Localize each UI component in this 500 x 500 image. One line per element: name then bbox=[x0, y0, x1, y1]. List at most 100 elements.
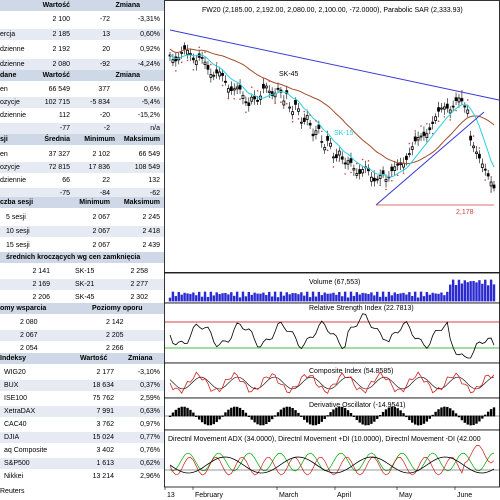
sar-dot bbox=[466, 99, 469, 101]
candle-body bbox=[291, 111, 294, 115]
candle-body bbox=[334, 154, 338, 159]
volume-bar bbox=[311, 291, 315, 302]
sar-dot bbox=[332, 166, 335, 168]
t5-row: 2 206 SK-45 2 302 bbox=[0, 292, 164, 303]
derivative-bar bbox=[288, 406, 291, 417]
volume-bar bbox=[335, 294, 338, 302]
t7-row: CAC40 3 762 0,97% bbox=[0, 419, 164, 430]
t3-row-cell-2: 17 836 bbox=[88, 164, 110, 171]
candle-body bbox=[372, 177, 376, 182]
volume-bar bbox=[460, 283, 464, 302]
derivative-bar bbox=[454, 413, 458, 417]
sar-dot bbox=[396, 174, 399, 177]
t4-row: 5 sesji 2 067 2 245 bbox=[0, 212, 164, 223]
volume-bar bbox=[224, 292, 227, 302]
t7-header-cell-0: Indeksy bbox=[0, 355, 27, 362]
t5-row: 2 169 SK-21 2 277 bbox=[0, 279, 164, 290]
volume-bar bbox=[270, 296, 274, 302]
derivative-bar bbox=[451, 410, 455, 417]
candle-body bbox=[241, 94, 245, 99]
derivative-bar bbox=[335, 407, 338, 417]
t1-row-cell-0: dzienne bbox=[0, 46, 25, 53]
derivative-bar bbox=[338, 406, 341, 417]
t4-row-cell-0: 5 sesji bbox=[6, 214, 26, 221]
candle-body bbox=[297, 108, 300, 112]
candle-body bbox=[463, 105, 467, 108]
candle-body bbox=[305, 115, 309, 120]
candle-body bbox=[434, 116, 438, 121]
candle-body bbox=[308, 122, 312, 126]
candle-body bbox=[492, 184, 496, 189]
level-label: 2,178 bbox=[456, 209, 474, 216]
t7-row-cell-1: 15 024 bbox=[92, 434, 114, 441]
volume-bar bbox=[443, 295, 446, 302]
sar-dot bbox=[367, 159, 370, 162]
candle-body bbox=[253, 95, 257, 100]
volume-bar bbox=[425, 292, 429, 302]
t4-header-cell-2: Maksimum bbox=[123, 199, 160, 206]
derivative-bar bbox=[215, 415, 218, 423]
t2-row-cell-0: dziennie bbox=[0, 112, 27, 119]
candle-body bbox=[445, 103, 449, 109]
t2-row: ozycje 102 715 -5 834 -5,4% bbox=[0, 97, 164, 108]
volume-bar bbox=[238, 297, 242, 302]
candle-body bbox=[422, 131, 426, 136]
volume-bar bbox=[390, 295, 394, 302]
t1-row-cell-3: -4,24% bbox=[137, 61, 160, 68]
derivative-bar bbox=[425, 415, 429, 422]
candle-body bbox=[250, 96, 254, 102]
t1-row-cell-0: ercja bbox=[0, 31, 16, 38]
t4-row-cell-1: 2 067 bbox=[92, 214, 110, 221]
t2-row-cell-2: -20 bbox=[99, 112, 110, 119]
t5-row-cell-2: 2 302 bbox=[130, 294, 148, 301]
candle-body bbox=[329, 142, 332, 147]
volume-bar bbox=[472, 281, 475, 302]
sar-dot bbox=[478, 147, 481, 149]
volume-bar bbox=[241, 291, 245, 302]
volume-bar bbox=[203, 291, 207, 302]
candle-body bbox=[390, 166, 394, 172]
derivative-bar bbox=[373, 415, 376, 422]
t1-header-cell-0: Wartość bbox=[42, 2, 70, 9]
candle-body bbox=[425, 133, 429, 139]
volume-bar bbox=[451, 279, 455, 302]
sar-dot bbox=[320, 130, 323, 133]
volume-bar bbox=[177, 292, 180, 302]
derivative-bar bbox=[437, 409, 440, 417]
t7-row-cell-1: 18 634 bbox=[92, 382, 114, 389]
t1-row-cell-2: -72 bbox=[99, 16, 110, 23]
volume-bar bbox=[195, 295, 198, 302]
t1-row-cell-0: dzienne bbox=[0, 61, 25, 68]
derivative-bar bbox=[413, 415, 417, 425]
t6-header-cell-0: omy wsparcia bbox=[0, 305, 47, 312]
derivative-bar bbox=[177, 407, 180, 417]
candle-body bbox=[413, 136, 417, 142]
composite-title: Composite Index (54.8585) bbox=[309, 368, 393, 375]
candle-body bbox=[191, 57, 195, 61]
candle-body bbox=[235, 86, 239, 90]
x-axis-label: 13 bbox=[167, 492, 175, 499]
candle-body bbox=[416, 137, 420, 141]
t3-row-cell-0: ozycje bbox=[0, 164, 20, 171]
t3-row-cell-3: 66 549 bbox=[138, 151, 160, 158]
volume-bar bbox=[402, 292, 405, 302]
derivative-bar bbox=[247, 415, 251, 418]
derivative-bar bbox=[320, 415, 323, 422]
t2-row-cell-1: 102 715 bbox=[44, 99, 70, 106]
derivative-bar bbox=[449, 408, 452, 417]
volume-bar bbox=[215, 292, 218, 302]
volume-bar bbox=[361, 292, 364, 302]
x-axis-label: May bbox=[399, 492, 413, 499]
sar-dot bbox=[175, 70, 177, 72]
volume-bar bbox=[200, 296, 204, 302]
t5-row-cell-0: 2 206 bbox=[32, 294, 50, 301]
derivative-bar bbox=[399, 410, 402, 417]
t7-row-cell-2: 0,37% bbox=[140, 382, 160, 389]
volume-bar bbox=[475, 282, 478, 302]
t1-row-cell-1: 2 080 bbox=[52, 61, 70, 68]
volume-bar bbox=[285, 292, 288, 302]
volume-bar bbox=[171, 291, 175, 302]
candle-body bbox=[460, 98, 464, 102]
volume-bar bbox=[434, 293, 437, 302]
t2-row: dziennie 112 -20 -15,2% bbox=[0, 110, 164, 121]
